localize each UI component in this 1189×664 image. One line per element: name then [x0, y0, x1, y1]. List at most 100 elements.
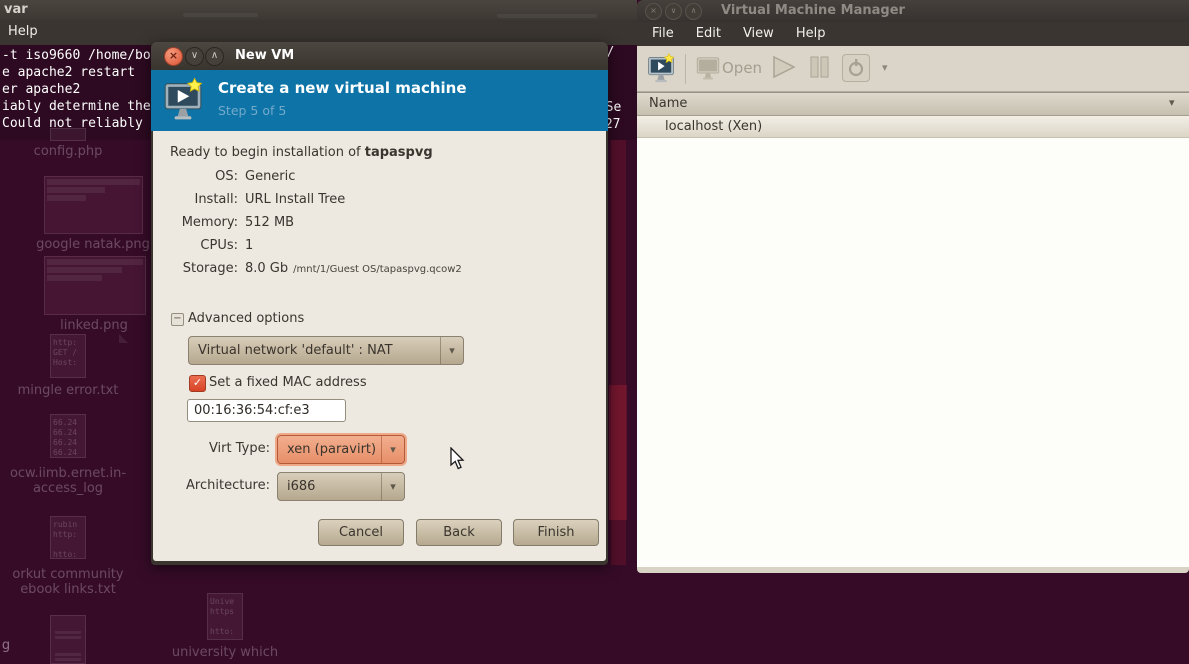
desktop-icon-label: google natak.png [23, 237, 163, 252]
mac-address-input[interactable] [187, 399, 346, 422]
vmm-toolbar: Open ▾ [637, 46, 1189, 92]
cancel-button[interactable]: Cancel [318, 519, 404, 546]
vm-list-header[interactable]: Name ▾ [637, 92, 1189, 116]
terminal-line: -t iso9660 /home/bo [2, 48, 151, 63]
monitor-icon [694, 54, 722, 82]
minimize-icon[interactable]: ∨ [185, 47, 204, 66]
terminal-line: iably determine the [2, 99, 151, 114]
terminal-line: e apache2 restart [2, 65, 135, 80]
file-icon [50, 128, 86, 141]
image-thumbnail-icon [44, 176, 143, 234]
desktop-icon-access-log[interactable]: 66.24 66.24 66.24 66.24 ocw.iimb.ernet.i… [50, 414, 138, 496]
mouse-cursor [449, 447, 465, 471]
desktop-icon-label: linked.png [34, 318, 154, 333]
vm-monitor-icon [162, 77, 204, 124]
vmm-menubar: File Edit View Help [637, 22, 1189, 46]
desktop-icon-label: university which [160, 645, 290, 660]
titlebar-streak [183, 13, 258, 17]
advanced-options-label[interactable]: Advanced options [188, 311, 304, 326]
summary-row-memory: Memory: 512 MB [168, 215, 593, 230]
name-column-header[interactable]: Name [649, 96, 687, 111]
vm-name: tapaspvg [365, 145, 433, 160]
architecture-select[interactable]: i686 ▾ [277, 472, 405, 501]
pause-button[interactable] [809, 56, 831, 82]
vmm-window-title: Virtual Machine Manager [721, 3, 905, 18]
fixed-mac-checkbox[interactable]: ✓ [189, 375, 206, 392]
vm-list-row-localhost[interactable]: localhost (Xen) [637, 116, 1189, 138]
menu-edit[interactable]: Edit [685, 22, 732, 46]
desktop-icon-google-natak[interactable]: google natak.png [44, 176, 163, 252]
finish-button[interactable]: Finish [513, 519, 599, 546]
titlebar-streak [497, 14, 597, 18]
host-name: localhost (Xen) [665, 119, 762, 134]
menu-file[interactable]: File [641, 22, 685, 46]
network-select[interactable]: Virtual network 'default' : NAT ▾ [188, 336, 464, 365]
close-icon[interactable]: × [164, 47, 183, 66]
dialog-window-title: New VM [235, 48, 294, 63]
terminal-line: er apache2 [2, 82, 80, 97]
toolbar-separator [685, 54, 686, 84]
desktop-icon-label: ocw.iimb.ernet.in- access_log [0, 466, 138, 496]
vmm-titlebar[interactable]: × ∨ ∧ Virtual Machine Manager [637, 0, 1189, 22]
desktop-icon-document[interactable] [50, 615, 86, 664]
expander-collapse-icon[interactable]: − [171, 313, 184, 326]
terminal-title: var [4, 2, 28, 17]
desktop-icon-config-php[interactable] [50, 128, 86, 141]
power-icon [847, 59, 865, 77]
dialog-header-banner: Create a new virtual machine Step 5 of 5 [151, 70, 608, 131]
desktop-icon-label[interactable]: config.php [8, 144, 128, 159]
image-thumbnail-icon [44, 256, 146, 315]
file-icon [50, 615, 86, 664]
file-icon: rubin http: htto: [50, 516, 86, 559]
shutdown-menu-caret-icon[interactable]: ▾ [882, 61, 888, 74]
shutdown-button[interactable] [842, 54, 870, 82]
desktop-icon-label: orkut community ebook links.txt [0, 567, 138, 597]
chevron-down-icon: ▾ [381, 436, 404, 463]
desktop-artifact [609, 385, 627, 520]
pause-icon [809, 56, 831, 78]
architecture-label: Architecture: [170, 478, 270, 493]
dialog-titlebar[interactable]: × ∨ ∧ New VM [151, 42, 608, 70]
close-icon[interactable]: × [645, 3, 662, 20]
vmm-window: × ∨ ∧ Virtual Machine Manager File Edit … [637, 0, 1189, 573]
maximize-icon[interactable]: ∧ [685, 3, 702, 20]
file-icon: 66.24 66.24 66.24 66.24 [50, 414, 86, 458]
new-vm-dialog: × ∨ ∧ New VM Create a new virtual machin… [151, 42, 608, 565]
storage-path: /mnt/1/Guest OS/tapaspvg.qcow2 [293, 264, 462, 275]
minimize-icon[interactable]: ∨ [665, 3, 682, 20]
fixed-mac-label[interactable]: Set a fixed MAC address [209, 375, 367, 390]
summary-row-os: OS: Generic [168, 169, 593, 184]
sort-arrow-icon[interactable]: ▾ [1169, 96, 1175, 109]
desktop-icon-linked[interactable]: linked.png [44, 256, 154, 333]
desktop-icon-mingle-error[interactable]: http: GET / Host: mingle error.txt [50, 334, 128, 398]
terminal-menu-help[interactable]: Help [8, 24, 38, 39]
open-button[interactable]: Open [694, 54, 762, 82]
summary-row-storage: Storage: 8.0 Gb /mnt/1/Guest OS/tapaspvg… [168, 261, 593, 276]
chevron-down-icon: ▾ [440, 337, 463, 364]
vmm-window-bottom-edge [637, 567, 1189, 573]
wizard-step-indicator: Step 5 of 5 [218, 103, 286, 118]
desktop-icon-university[interactable]: Unive https htto: university which [207, 593, 290, 660]
open-button-label: Open [722, 59, 762, 77]
virt-type-select[interactable]: xen (paravirt) ▾ [277, 435, 405, 464]
new-vm-icon [646, 53, 676, 85]
desktop-icon-label: mingle error.txt [8, 383, 128, 398]
desktop-icon-label-fragment: g [0, 638, 12, 653]
new-vm-button[interactable] [646, 53, 676, 89]
ready-message: Ready to begin installation of tapaspvg [170, 145, 433, 160]
wizard-title: Create a new virtual machine [218, 79, 467, 97]
back-button[interactable]: Back [416, 519, 502, 546]
menu-help[interactable]: Help [785, 22, 837, 46]
chevron-down-icon: ▾ [381, 473, 404, 500]
maximize-icon[interactable]: ∧ [205, 47, 224, 66]
summary-row-install: Install: URL Install Tree [168, 192, 593, 207]
menu-view[interactable]: View [732, 22, 785, 46]
summary-row-cpus: CPUs: 1 [168, 238, 593, 253]
file-icon: http: GET / Host: [50, 334, 86, 378]
file-icon: Unive https htto: [207, 593, 243, 640]
play-icon [770, 55, 798, 79]
terminal-titlebar: var [0, 0, 637, 20]
desktop-icon-orkut-links[interactable]: rubin http: htto: orkut community ebook … [50, 516, 138, 597]
vm-list-body [637, 138, 1189, 567]
run-button[interactable] [770, 55, 798, 83]
